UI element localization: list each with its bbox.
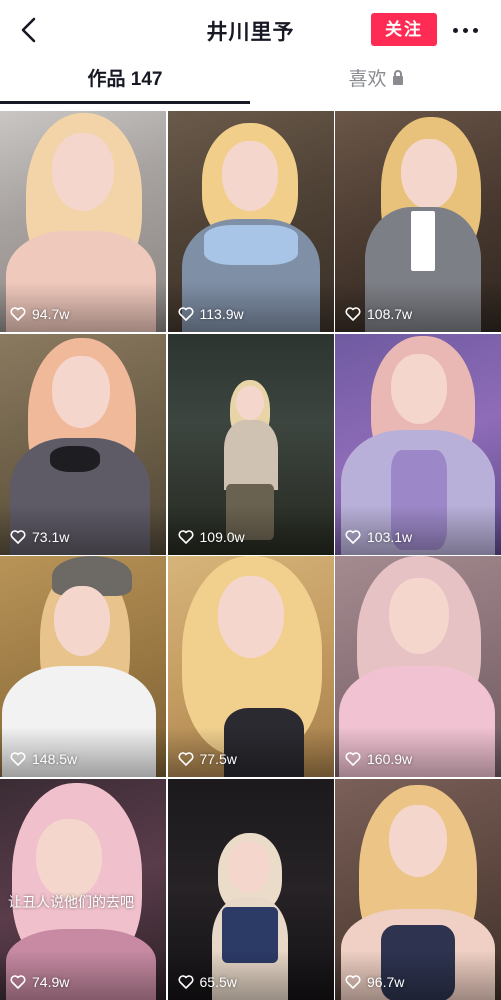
like-count: 148.5w xyxy=(10,751,77,767)
like-count: 160.9w xyxy=(345,751,412,767)
more-options-icon[interactable] xyxy=(450,18,482,42)
like-count: 108.7w xyxy=(345,306,412,322)
like-count-value: 96.7w xyxy=(367,973,405,990)
like-count-value: 73.1w xyxy=(32,528,70,545)
like-count-value: 74.9w xyxy=(32,973,70,990)
like-count: 65.5w xyxy=(177,973,237,990)
like-count-value: 108.7w xyxy=(367,306,413,322)
heart-icon xyxy=(345,974,361,989)
tab-likes[interactable]: 喜欢 xyxy=(250,60,501,104)
tab-works[interactable]: 作品 147 xyxy=(0,60,250,104)
active-tab-indicator xyxy=(0,101,250,104)
heart-icon xyxy=(10,752,26,766)
heart-icon xyxy=(177,752,194,766)
like-count: 109.0w xyxy=(177,528,245,545)
video-thumbnail[interactable]: 65.5w xyxy=(167,778,334,1000)
like-count: 73.1w xyxy=(10,529,69,545)
heart-icon xyxy=(345,752,361,766)
like-count: 94.7w xyxy=(10,306,69,322)
video-thumbnail[interactable]: 108.7w xyxy=(335,111,501,332)
heart-icon xyxy=(177,307,194,321)
heart-icon xyxy=(177,529,194,544)
heart-icon xyxy=(10,307,26,321)
heart-icon xyxy=(10,529,26,544)
heart-icon xyxy=(345,307,361,321)
video-thumbnail[interactable]: 94.7w xyxy=(0,111,166,332)
video-thumbnail[interactable]: 160.9w xyxy=(335,556,501,777)
video-thumbnail[interactable]: 96.7w xyxy=(335,778,501,1000)
like-count-value: 109.0w xyxy=(199,528,245,545)
like-count: 113.9w xyxy=(177,306,244,322)
top-nav-bar: 井川里予 关注 xyxy=(0,0,501,60)
like-count-value: 160.9w xyxy=(367,751,413,767)
heart-icon xyxy=(177,974,194,989)
video-thumbnail[interactable]: 113.9w xyxy=(167,111,334,332)
heart-icon xyxy=(345,529,361,544)
like-count-value: 103.1w xyxy=(367,528,413,545)
video-thumbnail[interactable]: 77.5w xyxy=(167,556,334,777)
video-thumbnail[interactable]: 109.0w xyxy=(167,333,334,555)
like-count-value: 77.5w xyxy=(199,751,237,767)
video-grid: 94.7w 113.9w 108.7w 73.1w 109.0w 103.1w … xyxy=(0,111,501,1000)
video-thumbnail[interactable]: 103.1w xyxy=(335,333,501,555)
like-count: 96.7w xyxy=(345,974,404,990)
tab-works-label: 作品 147 xyxy=(87,69,163,90)
lock-icon xyxy=(392,70,403,85)
heart-icon xyxy=(10,974,26,989)
video-thumbnail[interactable]: 148.5w xyxy=(0,556,166,777)
like-count-value: 148.5w xyxy=(32,751,78,767)
like-count-value: 113.9w xyxy=(199,306,244,322)
like-count: 77.5w xyxy=(177,751,237,767)
video-caption: 让丑人说他们的去吧 xyxy=(8,894,134,911)
video-thumbnail[interactable]: 73.1w xyxy=(0,333,166,555)
like-count: 74.9w xyxy=(10,974,69,990)
profile-tabs: 作品 147 喜欢 xyxy=(0,60,501,108)
video-thumbnail[interactable]: 让丑人说他们的去吧 74.9w xyxy=(0,778,166,1000)
like-count: 103.1w xyxy=(345,529,412,545)
like-count-value: 94.7w xyxy=(32,306,70,322)
tab-likes-label: 喜欢 xyxy=(348,69,387,90)
follow-button[interactable]: 关注 xyxy=(371,13,437,46)
like-count-value: 65.5w xyxy=(199,973,237,990)
